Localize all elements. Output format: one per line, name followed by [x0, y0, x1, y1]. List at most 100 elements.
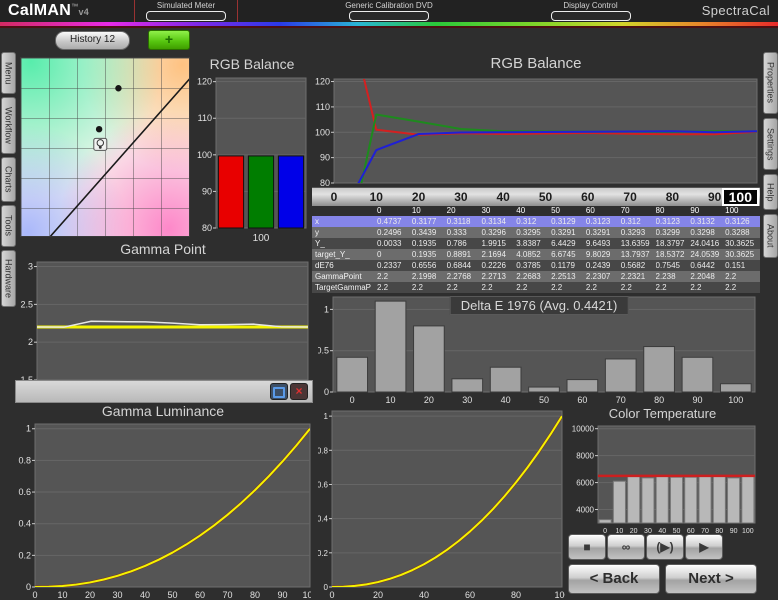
close-icon[interactable]: × — [290, 383, 308, 400]
svg-text:120: 120 — [197, 77, 212, 87]
brand-name: SpectraCal — [702, 3, 770, 18]
rgb-balance-title: RGB Balance — [312, 55, 760, 73]
table-cell: 6.6745 — [551, 249, 586, 260]
svg-text:20: 20 — [85, 590, 95, 600]
table-cell: 0.151 — [725, 260, 760, 271]
table-cell: 2.1694 — [481, 249, 516, 260]
rgb-balance-x-axis-bar[interactable]: 0 10 20 30 40 50 60 70 80 90100 — [312, 187, 760, 206]
column-header: 100 — [725, 205, 760, 216]
svg-text:30: 30 — [462, 395, 472, 405]
table-cell: 2.2768 — [447, 271, 482, 282]
row-label: y — [312, 227, 377, 238]
svg-text:0.4: 0.4 — [18, 519, 31, 529]
sidebar-tab-settings[interactable]: Settings — [763, 118, 778, 170]
delta-e-panel: 010203040506070809010000.51 Delta E 1976… — [318, 293, 760, 405]
svg-text:40: 40 — [419, 590, 429, 600]
table-cell: 1.9915 — [481, 238, 516, 249]
table-row-x[interactable]: x0.47370.31770.31180.31340.3120.31290.31… — [312, 216, 760, 227]
svg-text:0.5: 0.5 — [318, 346, 329, 356]
control-dropdown[interactable] — [349, 11, 429, 21]
svg-text:40: 40 — [501, 395, 511, 405]
sidebar-tab-properties[interactable]: Properties — [763, 52, 778, 114]
svg-text:80: 80 — [511, 590, 521, 600]
add-button[interactable]: + — [148, 30, 190, 50]
svg-text:90: 90 — [730, 528, 738, 535]
table-row-GammaPoint[interactable]: GammaPoint2.22.19982.27682.27132.26832.2… — [312, 271, 760, 282]
column-header: 60 — [586, 205, 621, 216]
table-cell: 0 — [377, 249, 412, 260]
sidebar-tab-hardware[interactable]: Hardware — [1, 250, 16, 307]
axis-level-70[interactable]: 70 — [623, 188, 636, 206]
sidebar-tab-about[interactable]: About — [763, 214, 778, 258]
axis-level-selected[interactable]: 100 — [722, 188, 759, 206]
control-group-display-control: Display Control — [538, 1, 643, 21]
table-cell: 0.786 — [447, 238, 482, 249]
table-cell: 0.3291 — [586, 227, 621, 238]
control-label: Generic Calibration DVD — [330, 1, 448, 10]
sidebar-tab-help[interactable]: Help — [763, 174, 778, 210]
table-cell: 13.7937 — [621, 249, 656, 260]
history-button[interactable]: History 12 — [55, 31, 130, 50]
table-row-TargetGammaP[interactable]: TargetGammaP2.22.22.22.22.22.22.22.22.22… — [312, 282, 760, 293]
table-cell: 2.2 — [481, 282, 516, 293]
rgb-balance-small-panel: RGB Balance 1008090100110120 — [192, 55, 312, 245]
table-row-y[interactable]: y0.24960.34390.3330.32960.32950.32910.32… — [312, 227, 760, 238]
table-cell: 0.3291 — [551, 227, 586, 238]
axis-level-60[interactable]: 60 — [581, 188, 594, 206]
control-dropdown[interactable] — [146, 11, 226, 21]
table-cell: 2.2683 — [516, 271, 551, 282]
table-row-dE76[interactable]: dE760.23370.65560.68440.22260.37850.1179… — [312, 260, 760, 271]
table-corner — [312, 205, 377, 216]
svg-text:90: 90 — [320, 153, 330, 163]
restore-icon[interactable] — [270, 383, 288, 400]
play-button[interactable]: ▶ — [685, 534, 723, 560]
svg-text:60: 60 — [577, 395, 587, 405]
restore-glyph — [273, 387, 285, 398]
svg-text:10: 10 — [386, 395, 396, 405]
sidebar-tab-charts[interactable]: Charts — [1, 157, 16, 202]
table-cell: 0.3123 — [586, 216, 621, 227]
loop-button[interactable]: ∞ — [607, 534, 645, 560]
axis-level-80[interactable]: 80 — [666, 188, 679, 206]
row-label: GammaPoint — [312, 271, 377, 282]
stop-button[interactable]: ■ — [568, 534, 606, 560]
cie-overlay — [21, 58, 189, 236]
app-name: CalMAN — [8, 2, 71, 19]
table-cell: 0.3298 — [690, 227, 725, 238]
row-label: x — [312, 216, 377, 227]
column-header: 70 — [621, 205, 656, 216]
color-temperature-panel: Color Temperature 0102030405060708090100… — [565, 405, 760, 535]
axis-level-0[interactable]: 0 — [331, 188, 338, 206]
svg-text:1: 1 — [324, 304, 329, 314]
control-dropdown[interactable] — [551, 11, 631, 21]
bars — [218, 156, 303, 228]
sidebar-tab-workflow[interactable]: Workflow — [1, 97, 16, 154]
svg-text:70: 70 — [616, 395, 626, 405]
back-button[interactable]: < Back — [568, 564, 660, 594]
column-header: 90 — [690, 205, 725, 216]
axis-level-90[interactable]: 90 — [708, 188, 721, 206]
axis-level-20[interactable]: 20 — [412, 188, 425, 206]
next-button[interactable]: Next > — [665, 564, 757, 594]
sidebar-tab-menu[interactable]: Menu — [1, 52, 16, 94]
table-cell: 0.2439 — [586, 260, 621, 271]
table-cell: 0.3785 — [516, 260, 551, 271]
table-row-Y_[interactable]: Y_0.00330.19350.7861.99153.83876.44299.6… — [312, 238, 760, 249]
svg-text:1: 1 — [26, 424, 31, 434]
svg-text:3: 3 — [28, 262, 33, 272]
column-header: 0 — [377, 205, 412, 216]
table-cell: 24.0416 — [690, 238, 725, 249]
table-cell: 0.5682 — [621, 260, 656, 271]
axis-level-10[interactable]: 10 — [370, 188, 383, 206]
play-once-button[interactable]: (▶) — [646, 534, 684, 560]
table-cell: 0.1935 — [412, 249, 447, 260]
table-cell: 2.2048 — [690, 271, 725, 282]
axis-level-30[interactable]: 30 — [454, 188, 467, 206]
axis-level-40[interactable]: 40 — [497, 188, 510, 206]
axis-level-50[interactable]: 50 — [539, 188, 552, 206]
table-cell: 2.2 — [621, 282, 656, 293]
table-row-target_Y_[interactable]: target_Y_00.19350.88912.16944.08526.6745… — [312, 249, 760, 260]
floating-window-bar[interactable]: × — [15, 380, 313, 403]
sidebar-tab-tools[interactable]: Tools — [1, 205, 16, 247]
table-cell: 0.3439 — [412, 227, 447, 238]
